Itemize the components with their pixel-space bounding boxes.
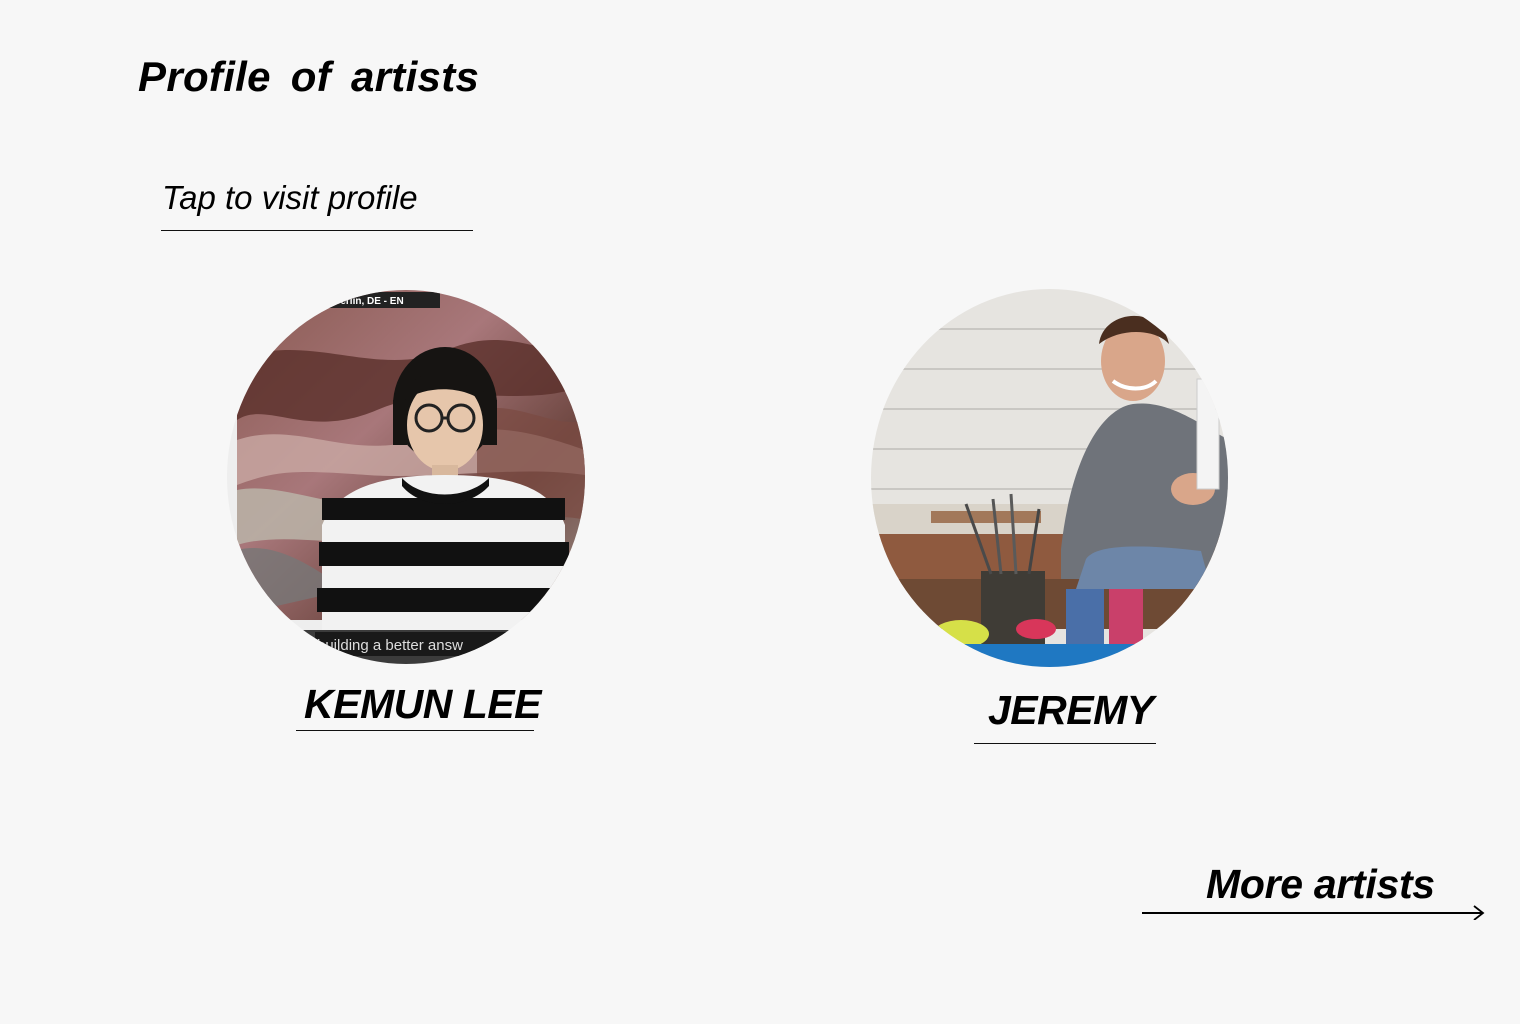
photo-caption-top: s, Berlin, DE - EN	[322, 296, 404, 307]
tap-to-visit-hint: Tap to visit profile	[162, 179, 418, 216]
page-title: Profile of artists	[138, 53, 480, 100]
artist-avatar-jeremy[interactable]	[871, 289, 1228, 667]
photo-caption-bottom: building a better answ	[317, 637, 463, 654]
subtitle-underline	[161, 230, 473, 231]
artist-name-underline	[296, 730, 534, 731]
more-artists-label: More artists	[1206, 861, 1435, 907]
artist-name-underline	[974, 743, 1156, 744]
artist-name-kemun-lee[interactable]: KEMUN LEE	[304, 681, 541, 727]
more-artists-link[interactable]: More artists	[1142, 858, 1487, 924]
jeremy-photo	[871, 289, 1228, 667]
artist-name-jeremy[interactable]: JEREMY	[988, 687, 1154, 733]
arrow-right-icon	[1142, 905, 1485, 920]
kemun-lee-photo: s, Berlin, DE - EN building a better ans…	[227, 290, 585, 664]
artist-avatar-kemun-lee[interactable]: s, Berlin, DE - EN building a better ans…	[227, 290, 585, 664]
